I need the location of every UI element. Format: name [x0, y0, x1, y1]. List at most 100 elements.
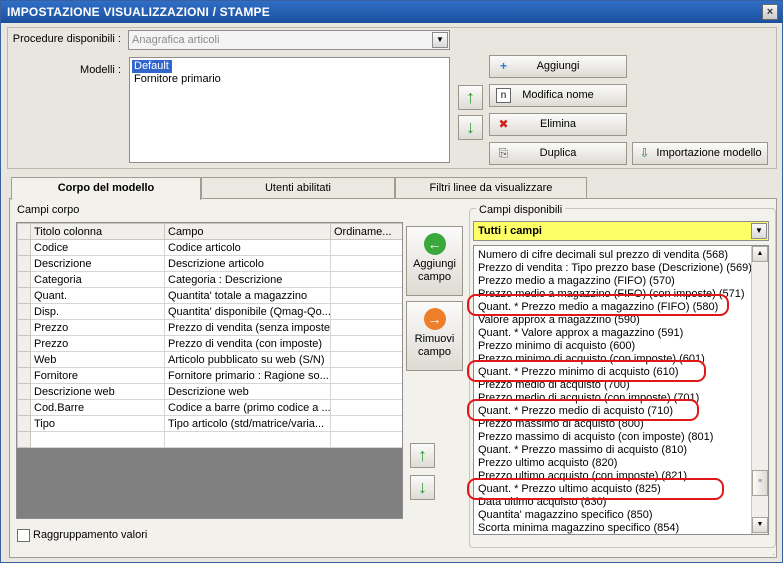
table-cell[interactable] — [330, 271, 402, 288]
table-cell[interactable]: Quantita' totale a magazzino — [164, 287, 331, 304]
move-model-up-button[interactable]: ↑ — [458, 85, 483, 110]
delete-model-button[interactable]: ✖ Elimina — [489, 113, 627, 136]
row-header[interactable] — [17, 239, 31, 256]
table-cell[interactable] — [30, 431, 165, 448]
row-header[interactable] — [17, 271, 31, 288]
table-cell[interactable]: Prezzo di vendita (con imposte) — [164, 335, 331, 352]
table-row[interactable]: Descrizione Descrizione articolo — [17, 255, 402, 272]
move-field-down-button[interactable]: ↓ — [410, 475, 435, 500]
list-item[interactable]: Prezzo di vendita : Tipo prezzo base (De… — [478, 262, 752, 275]
table-row[interactable] — [17, 431, 402, 448]
table-cell[interactable] — [330, 239, 402, 256]
campi-corpo-grid[interactable]: Titolo colonna Campo Ordiname... Codice C… — [16, 222, 403, 519]
table-cell[interactable]: Descrizione — [30, 255, 165, 272]
add-field-button[interactable]: ← Aggiungi campo — [406, 226, 463, 296]
row-header[interactable] — [17, 255, 31, 272]
table-cell[interactable]: Descrizione articolo — [164, 255, 331, 272]
table-cell[interactable]: Codice — [30, 239, 165, 256]
row-header[interactable] — [17, 383, 31, 400]
table-cell[interactable]: Web — [30, 351, 165, 368]
close-icon[interactable]: × — [762, 4, 778, 20]
row-header[interactable] — [17, 335, 31, 352]
list-item[interactable]: Quant. * Valore approx a magazzino (591) — [478, 327, 683, 340]
column-header[interactable]: Campo — [164, 223, 331, 240]
row-header[interactable] — [17, 399, 31, 416]
table-cell[interactable]: Codice articolo — [164, 239, 331, 256]
column-header[interactable]: Ordiname... — [330, 223, 402, 240]
table-cell[interactable]: Codice a barre (primo codice a ... — [164, 399, 331, 416]
table-cell[interactable] — [330, 255, 402, 272]
table-row[interactable]: Prezzo Prezzo di vendita (con imposte) — [17, 335, 402, 352]
chevron-down-icon[interactable]: ▼ — [432, 32, 448, 48]
list-item[interactable]: Numero di cifre decimali sul prezzo di v… — [478, 249, 728, 262]
row-header[interactable] — [17, 287, 31, 304]
table-cell[interactable]: Quant. — [30, 287, 165, 304]
table-cell[interactable]: Tipo articolo (std/matrice/varia... — [164, 415, 331, 432]
table-row[interactable]: Fornitore Fornitore primario : Ragione so… — [17, 367, 402, 384]
table-cell[interactable]: Quantita' disponibile (Qmag-Qo... — [164, 303, 331, 320]
add-model-button[interactable]: + Aggiungi — [489, 55, 627, 78]
list-item[interactable]: Prezzo minimo di acquisto (600) — [478, 340, 635, 353]
list-item[interactable]: Prezzo massimo di acquisto (con imposte)… — [478, 431, 713, 444]
table-cell[interactable]: Categoria — [30, 271, 165, 288]
tab-utenti-abilitati[interactable]: Utenti abilitati — [201, 177, 395, 199]
tab-filtri-linee[interactable]: Filtri linee da visualizzare — [395, 177, 587, 199]
column-header[interactable]: Titolo colonna — [30, 223, 165, 240]
row-header[interactable] — [17, 431, 31, 448]
table-cell[interactable] — [330, 287, 402, 304]
table-cell[interactable]: Disp. — [30, 303, 165, 320]
resize-grip-icon[interactable]: ⋰ — [769, 549, 779, 559]
table-row[interactable]: Descrizione web Descrizione web — [17, 383, 402, 400]
table-cell[interactable]: Prezzo — [30, 335, 165, 352]
table-row[interactable]: Prezzo Prezzo di vendita (senza imposte) — [17, 319, 402, 336]
move-model-down-button[interactable]: ↓ — [458, 115, 483, 140]
table-row[interactable]: Tipo Tipo articolo (std/matrice/varia... — [17, 415, 402, 432]
model-item[interactable]: Default — [132, 60, 172, 73]
scrollbar-thumb[interactable]: ≡ — [752, 470, 768, 496]
table-cell[interactable]: Prezzo — [30, 319, 165, 336]
table-cell[interactable] — [330, 415, 402, 432]
table-row[interactable]: Cod.Barre Codice a barre (primo codice a … — [17, 399, 402, 416]
duplicate-model-button[interactable]: ⎘ Duplica — [489, 142, 627, 165]
row-header[interactable] — [17, 319, 31, 336]
import-model-button[interactable]: ⇩ Importazione modello — [632, 142, 768, 165]
list-item[interactable]: Quantita' magazzino specifico (850) — [478, 509, 653, 522]
row-header[interactable] — [17, 415, 31, 432]
table-cell[interactable]: Cod.Barre — [30, 399, 165, 416]
table-cell[interactable]: Prezzo di vendita (senza imposte) — [164, 319, 331, 336]
list-item[interactable]: Prezzo medio a magazzino (FIFO) (570) — [478, 275, 675, 288]
move-field-up-button[interactable]: ↑ — [410, 443, 435, 468]
table-row[interactable]: Quant. Quantita' totale a magazzino — [17, 287, 402, 304]
table-cell[interactable] — [164, 431, 331, 448]
models-list[interactable]: Default Fornitore primario — [129, 57, 450, 163]
scrollbar[interactable]: ▲ ≡ ▼ — [751, 246, 768, 534]
model-item[interactable]: Fornitore primario — [132, 73, 447, 86]
field-filter-select[interactable]: Tutti i campi ▼ — [473, 221, 769, 241]
table-row[interactable]: Categoria Categoria : Descrizione — [17, 271, 402, 288]
list-item[interactable]: Prezzo ultimo acquisto (820) — [478, 457, 617, 470]
procedure-select[interactable]: Anagrafica articoli ▼ — [128, 30, 450, 50]
table-cell[interactable] — [330, 431, 402, 448]
table-cell[interactable] — [330, 399, 402, 416]
table-cell[interactable]: Tipo — [30, 415, 165, 432]
table-cell[interactable] — [330, 351, 402, 368]
table-cell[interactable]: Fornitore primario : Ragione so... — [164, 367, 331, 384]
tab-corpo-del-modello[interactable]: Corpo del modello — [11, 177, 201, 200]
row-header[interactable] — [17, 303, 31, 320]
grouping-checkbox[interactable] — [17, 529, 30, 542]
rename-model-button[interactable]: n Modifica nome — [489, 84, 627, 107]
list-item[interactable]: Quant. * Prezzo massimo di acquisto (810… — [478, 444, 687, 457]
table-row[interactable]: Codice Codice articolo — [17, 239, 402, 256]
table-cell[interactable] — [330, 303, 402, 320]
table-cell[interactable]: Descrizione web — [30, 383, 165, 400]
scroll-up-icon[interactable]: ▲ — [752, 246, 768, 262]
table-cell[interactable]: Fornitore — [30, 367, 165, 384]
remove-field-button[interactable]: → Rimuovi campo — [406, 301, 463, 371]
scroll-down-icon[interactable]: ▼ — [752, 517, 768, 533]
chevron-down-icon[interactable]: ▼ — [751, 223, 767, 239]
table-cell[interactable]: Articolo pubblicato su web (S/N) — [164, 351, 331, 368]
table-cell[interactable] — [330, 319, 402, 336]
list-item[interactable]: Scorta minima magazzino specifico (854) — [478, 522, 679, 534]
row-header[interactable] — [17, 351, 31, 368]
table-cell[interactable]: Descrizione web — [164, 383, 331, 400]
